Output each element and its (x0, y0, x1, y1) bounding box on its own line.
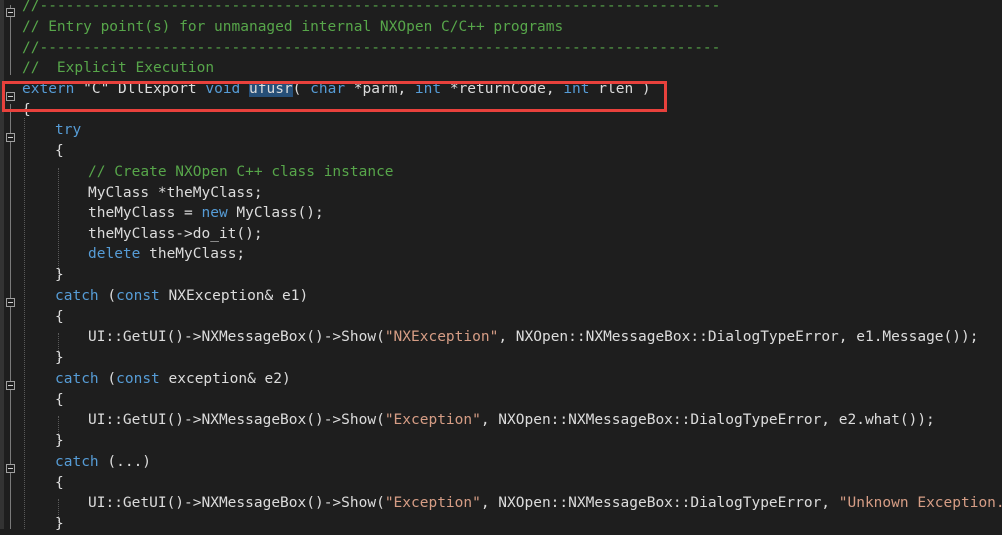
code-text: } (55, 265, 64, 286)
code-token: (...) (98, 454, 152, 470)
code-token: ( (98, 288, 117, 304)
code-token: // Explicit Execution (22, 60, 215, 76)
code-line[interactable]: theMyClass->do_it(); (0, 224, 1002, 245)
code-text: // Create NXOpen C++ class instance (88, 162, 394, 183)
code-token: "NXException" (384, 329, 499, 345)
code-token: //--------------------------------------… (22, 40, 721, 56)
code-line[interactable]: delete theMyClass; (0, 244, 1002, 265)
code-line[interactable]: MyClass *theMyClass; (0, 183, 1002, 204)
code-text: theMyClass = new MyClass(); (88, 203, 324, 224)
code-token: //--------------------------------------… (22, 0, 721, 14)
code-text: // Entry point(s) for unmanaged internal… (22, 17, 563, 38)
code-line[interactable]: //--------------------------------------… (0, 38, 1002, 59)
code-text: theMyClass->do_it(); (88, 224, 263, 245)
code-editor[interactable]: //--------------------------------------… (0, 0, 1002, 532)
code-token: theMyClass = (88, 205, 202, 221)
code-text: { (55, 390, 64, 411)
code-line[interactable]: { (0, 473, 1002, 494)
code-text: UI::GetUI()->NXMessageBox()->Show("Excep… (88, 493, 1002, 514)
code-token: try (55, 122, 82, 138)
code-text: UI::GetUI()->NXMessageBox()->Show("Excep… (88, 410, 935, 431)
code-text: { (55, 307, 64, 328)
code-line[interactable]: } (0, 514, 1002, 535)
code-line[interactable]: theMyClass = new MyClass(); (0, 203, 1002, 224)
code-token: { (55, 475, 64, 491)
code-text: try (55, 120, 81, 141)
code-line[interactable]: UI::GetUI()->NXMessageBox()->Show("Excep… (0, 493, 1002, 514)
code-token: const (116, 288, 160, 304)
code-text: { (55, 473, 64, 494)
code-token: { (55, 392, 64, 408)
code-line[interactable]: // Create NXOpen C++ class instance (0, 162, 1002, 183)
code-token: "Unknown Exception." (838, 495, 1002, 511)
code-token: catch (55, 371, 99, 387)
code-token: { (55, 309, 64, 325)
code-line[interactable]: catch (...) (0, 452, 1002, 473)
code-text: //--------------------------------------… (22, 38, 720, 59)
code-text: catch (const NXException& e1) (55, 286, 308, 307)
code-token: , NXOpen::NXMessageBox::DialogTypeError,… (498, 329, 979, 345)
code-line[interactable]: catch (const exception& e2) (0, 369, 1002, 390)
code-token: theMyClass; (140, 246, 246, 262)
code-line[interactable]: UI::GetUI()->NXMessageBox()->Show("Excep… (0, 410, 1002, 431)
code-text: // Explicit Execution (22, 58, 214, 79)
code-token: new (201, 205, 228, 221)
code-token: catch (55, 454, 99, 470)
code-token: MyClass(); (227, 205, 324, 221)
annotation-highlight-box (2, 81, 667, 112)
code-token: const (116, 371, 160, 387)
code-token: } (55, 516, 64, 532)
code-text: MyClass *theMyClass; (88, 183, 263, 204)
code-token: "Exception" (384, 412, 481, 428)
code-token: // Entry point(s) for unmanaged internal… (22, 19, 564, 35)
code-token: { (55, 143, 64, 159)
code-token: MyClass *theMyClass; (88, 185, 263, 201)
code-token: } (55, 350, 64, 366)
code-line[interactable]: } (0, 348, 1002, 369)
code-line[interactable]: { (0, 390, 1002, 411)
code-text: } (55, 348, 64, 369)
code-token: UI::GetUI()->NXMessageBox()->Show( (88, 495, 385, 511)
code-token: } (55, 267, 64, 283)
code-token: } (55, 433, 64, 449)
code-line[interactable]: { (0, 141, 1002, 162)
code-line[interactable]: // Explicit Execution (0, 58, 1002, 79)
code-token: , NXOpen::NXMessageBox::DialogTypeError,… (480, 412, 935, 428)
code-text: //--------------------------------------… (22, 0, 720, 17)
code-text: delete theMyClass; (88, 244, 245, 265)
code-text: catch (const exception& e2) (55, 369, 291, 390)
code-line[interactable]: // Entry point(s) for unmanaged internal… (0, 17, 1002, 38)
code-token: catch (55, 288, 99, 304)
code-line[interactable]: try (0, 120, 1002, 141)
code-token: ( (98, 371, 117, 387)
code-token: // Create NXOpen C++ class instance (88, 164, 394, 180)
code-text: } (55, 431, 64, 452)
code-token: , NXOpen::NXMessageBox::DialogTypeError, (480, 495, 839, 511)
code-line[interactable]: } (0, 431, 1002, 452)
code-token: delete (88, 246, 141, 262)
code-token: UI::GetUI()->NXMessageBox()->Show( (88, 412, 385, 428)
code-line[interactable]: //--------------------------------------… (0, 0, 1002, 17)
code-line[interactable]: catch (const NXException& e1) (0, 286, 1002, 307)
code-text: catch (...) (55, 452, 151, 473)
code-text: } (55, 514, 64, 535)
code-token: NXException& e1) (159, 288, 309, 304)
code-text: { (55, 141, 64, 162)
code-token: UI::GetUI()->NXMessageBox()->Show( (88, 329, 385, 345)
code-token: theMyClass->do_it(); (88, 226, 263, 242)
code-token: exception& e2) (159, 371, 291, 387)
code-line[interactable]: UI::GetUI()->NXMessageBox()->Show("NXExc… (0, 327, 1002, 348)
code-token: "Exception" (384, 495, 481, 511)
code-text: UI::GetUI()->NXMessageBox()->Show("NXExc… (88, 327, 978, 348)
code-line[interactable]: { (0, 307, 1002, 328)
code-line[interactable]: } (0, 265, 1002, 286)
